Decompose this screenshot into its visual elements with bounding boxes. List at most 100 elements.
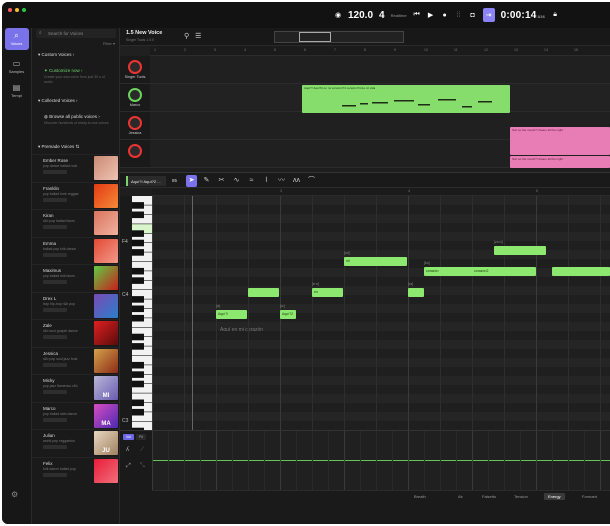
vibrato-icon[interactable]: ≈ [246, 175, 257, 187]
black-key[interactable] [132, 361, 144, 369]
settings-sliders-icon[interactable]: ☰ [195, 32, 201, 40]
track-lane-extra[interactable]: Sun so the music?! dream all the night [150, 140, 610, 168]
customize-now-link[interactable]: ✦ Customize now › [44, 68, 83, 74]
param-falsetto[interactable]: Falsetto [482, 494, 496, 499]
rail-templates[interactable]: ▤ Templ [5, 80, 29, 98]
note[interactable]: mi [344, 257, 407, 266]
project-title[interactable]: 1.5 New Voice [126, 30, 162, 36]
line-tool-icon[interactable]: ⟋ [140, 447, 144, 454]
param-formant[interactable]: Formant [582, 494, 597, 499]
arrangement-ruler[interactable]: 1 2 3 4 5 6 7 8 9 10 11 12 13 14 15 [150, 46, 610, 56]
black-key[interactable] [132, 267, 144, 275]
black-key[interactable] [132, 202, 144, 209]
automation-lane[interactable] [152, 430, 610, 490]
voice-item[interactable]: Drex Ltrap hip-hop r&b pop [32, 291, 119, 319]
note[interactable] [408, 288, 424, 297]
arrangement-minimap[interactable] [274, 31, 404, 43]
rewind-icon[interactable]: ⏮ [413, 11, 421, 19]
tab-volume[interactable]: Vol [123, 434, 134, 440]
select-cursor-icon[interactable]: ➤ [186, 175, 197, 187]
note[interactable] [248, 288, 279, 297]
zigzag-icon[interactable]: ʌʌ [291, 175, 302, 187]
filter-button[interactable]: Filter ▾ [103, 41, 115, 46]
black-key[interactable] [132, 333, 144, 341]
custom-voices-header[interactable]: ▾ Custom Voices › [38, 52, 74, 58]
piano-roll-ruler[interactable]: 3456 [152, 188, 610, 196]
settings-gear-icon[interactable]: ⚙ [11, 490, 18, 499]
minimap-viewport[interactable] [299, 32, 331, 42]
curve-pen-icon[interactable]: ⌇ [261, 175, 272, 187]
black-key[interactable] [132, 399, 144, 407]
black-key[interactable] [132, 230, 144, 237]
note[interactable]: Aquí?! [216, 310, 247, 319]
piano-roll-track-chip[interactable]: Aquí?! Aquí?2 ... [126, 176, 166, 186]
automation-curve[interactable] [152, 460, 610, 461]
black-key[interactable] [132, 277, 144, 284]
pencil-icon[interactable]: ✎ [201, 175, 212, 187]
rail-voices[interactable]: ⌕ Voices [4, 28, 29, 50]
expand-icon[interactable]: ⤢ [126, 463, 131, 470]
track-header-jessica[interactable]: Jessica [120, 112, 150, 140]
piano-keys[interactable]: F4 C4 C3 [120, 196, 152, 435]
marker-icon[interactable]: ⚲ [184, 32, 189, 40]
tab-pitch[interactable]: Pit [135, 434, 146, 440]
wave-icon[interactable]: 〰 [276, 175, 287, 187]
rail-samples[interactable]: ▭ Samples [5, 56, 29, 74]
grid-icon[interactable]: ⁞⁞ [455, 11, 463, 19]
black-key[interactable] [132, 380, 144, 388]
voice-item[interactable]: Kiran r&b pop ballad blues [32, 209, 119, 236]
black-key[interactable] [132, 211, 144, 219]
draw-curve-icon[interactable]: ʎ [126, 447, 129, 453]
close-window-button[interactable] [8, 8, 12, 12]
param-tension[interactable]: Tension [514, 494, 528, 499]
black-key[interactable] [132, 239, 144, 247]
track-lane-jessica[interactable]: Sun so the music?! dream all the night [150, 112, 610, 155]
voice-item[interactable]: Emma ballad pop folk dance [32, 236, 119, 264]
black-key[interactable] [132, 249, 144, 256]
note[interactable]: en [312, 288, 343, 297]
voice-search-input[interactable]: ⌕ Search for Voices [36, 29, 116, 38]
voice-item[interactable]: Felix folk dance ballad pop [32, 456, 119, 484]
playhead[interactable] [192, 196, 193, 430]
metronome-icon[interactable]: ◉ [334, 11, 342, 19]
voice-item[interactable]: Zale r&b soul gospel dance [32, 319, 119, 346]
loop-icon[interactable]: ◘ [469, 11, 477, 19]
note[interactable] [494, 246, 546, 255]
voice-item[interactable]: Jessica r&b pop soul jazz funk [32, 346, 119, 374]
voice-item[interactable]: Ember Rose pop dance ballad rock [32, 154, 119, 181]
pitch-draw-icon[interactable]: ∿ [231, 175, 242, 187]
follow-playhead-icon[interactable]: ⇥ [482, 8, 495, 22]
browse-public-voices-link[interactable]: ◍ Browse all public voices › [44, 114, 100, 120]
lock-icon[interactable]: 🔒︎ [551, 11, 559, 19]
track-lane-singer-tools[interactable] [150, 56, 610, 84]
param-energy[interactable]: Energy [544, 493, 565, 500]
piano-keyboard[interactable]: F4 C4 C3 [120, 196, 152, 435]
note[interactable]: Aquí?2 [280, 310, 296, 319]
voice-item[interactable]: Maximus pop ballad folk blues [32, 264, 119, 291]
premade-voices-header[interactable]: ▾ Premade Voices ⇅ [38, 144, 79, 150]
clip-jessica-2[interactable]: Sun so the music?! dream all the night [510, 156, 610, 168]
track-header-singer-tools[interactable]: Singer Tools [120, 56, 150, 84]
black-key[interactable] [132, 305, 144, 313]
param-air[interactable]: Air [458, 494, 463, 499]
note[interactable] [552, 267, 610, 276]
time-signature[interactable]: 4 [379, 10, 385, 21]
piano-roll-grid[interactable]: Aquí en mi corazón Aquí?! [a] Aquí?2 [a:] en… [152, 196, 610, 430]
play-icon[interactable]: ▶ [427, 11, 435, 19]
clip-marco[interactable]: Aquí?! Aquí?2 en mi corazón?3 corazón?4 … [302, 85, 510, 113]
param-breath[interactable]: Breath [414, 494, 426, 499]
voice-item[interactable]: Julian world pop reggaeton JU [32, 429, 119, 456]
minimize-window-button[interactable] [15, 8, 19, 12]
track-header-marco[interactable]: Marco [120, 84, 150, 112]
zoom-window-button[interactable] [22, 8, 26, 12]
black-key[interactable] [132, 408, 144, 416]
black-key[interactable] [132, 314, 144, 322]
black-key[interactable] [132, 371, 144, 378]
smooth-icon[interactable]: ⌒ [306, 175, 317, 187]
tempo-value[interactable]: 120.0 [348, 10, 373, 21]
track-lane-marco[interactable]: Aquí?! Aquí?2 en mi corazón?3 corazón?4 … [150, 84, 610, 113]
black-key[interactable] [132, 343, 144, 350]
black-key[interactable] [132, 296, 144, 303]
reset-icon[interactable]: ⤡ [140, 463, 145, 470]
track-header-extra[interactable] [120, 140, 150, 168]
